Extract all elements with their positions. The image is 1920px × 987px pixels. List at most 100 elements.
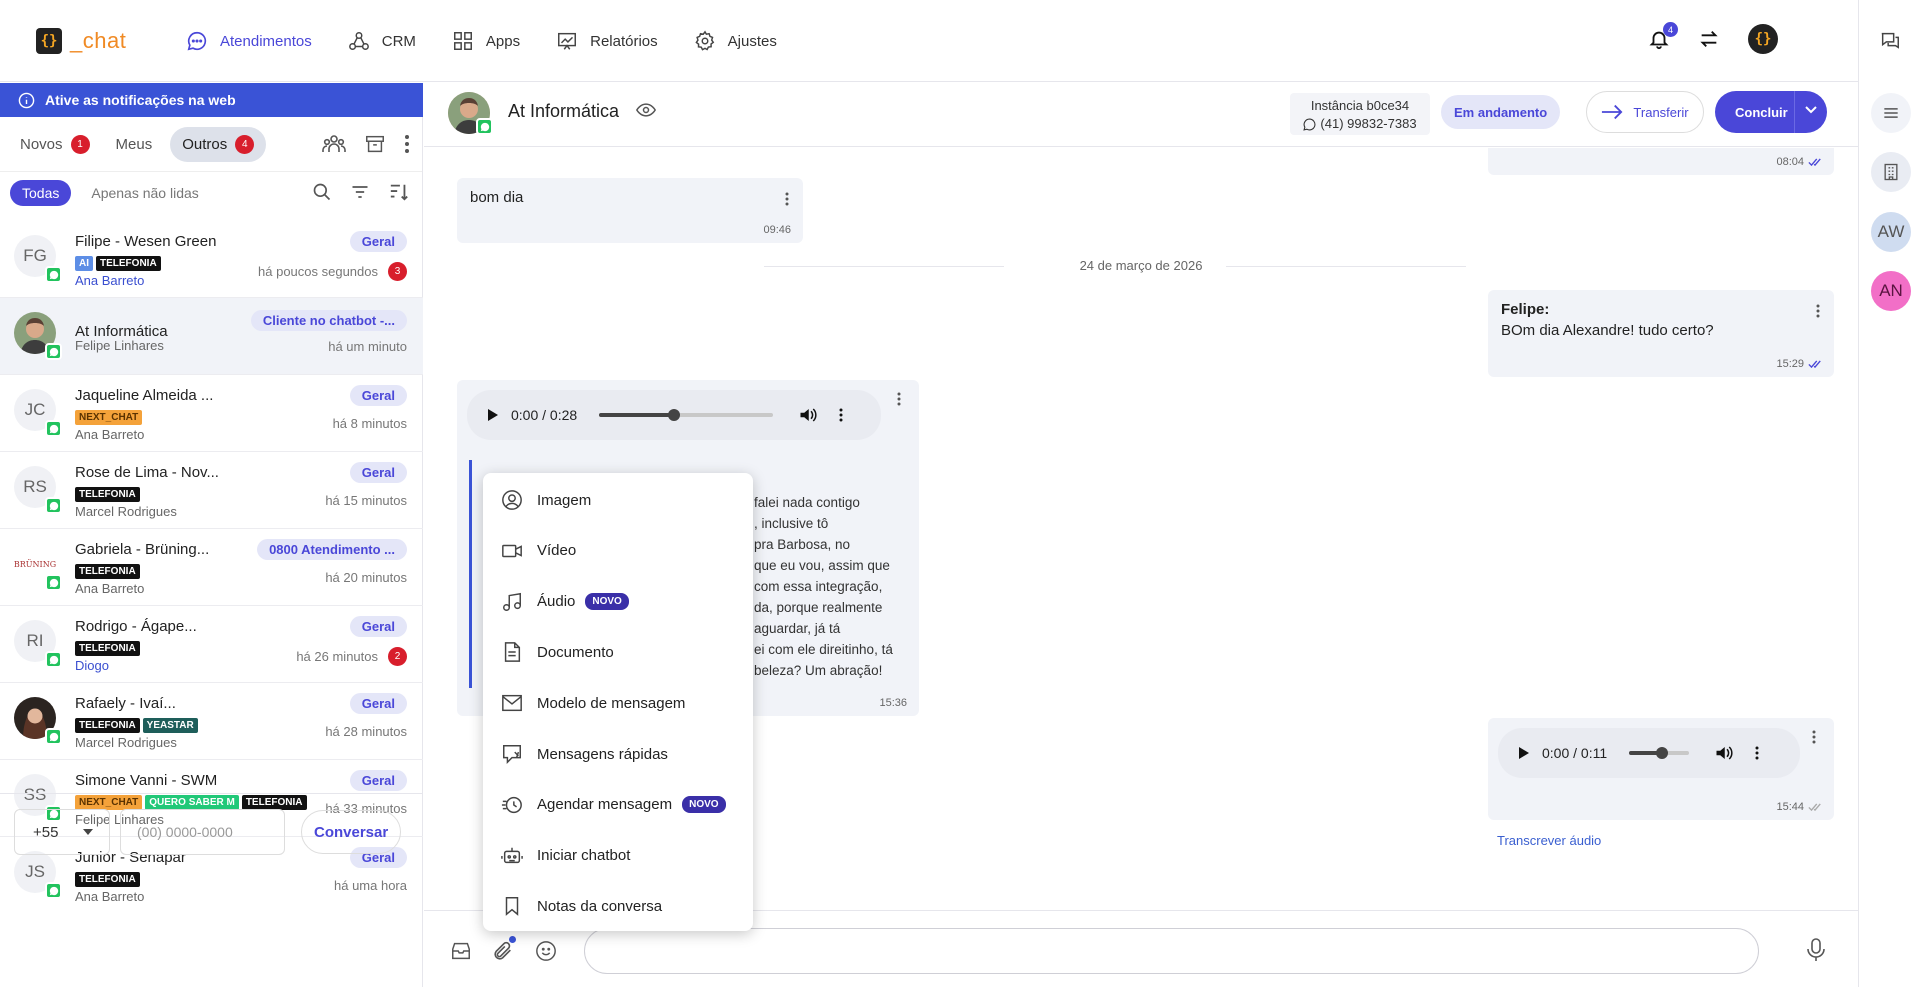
transcribe-audio-link[interactable]: Transcrever áudio (1497, 833, 1601, 848)
play-icon[interactable] (1518, 746, 1530, 760)
attach-menu-item[interactable]: Documento (483, 630, 753, 674)
double-check-icon (1808, 360, 1821, 368)
nav-ajustes[interactable]: Ajustes (694, 30, 777, 52)
swap-arrows-icon (1700, 31, 1718, 47)
conversation-tabs: Novos 1 Meus Outros 4 (0, 117, 422, 172)
contact-avatar: RI (14, 620, 62, 668)
filter-nao-lidas[interactable]: Apenas não lidas (79, 180, 210, 206)
volume-icon[interactable] (799, 407, 817, 423)
more-vertical-icon[interactable] (897, 392, 901, 406)
tab-meus[interactable]: Meus (108, 128, 161, 161)
attach-menu-item[interactable]: Imagem (483, 478, 753, 522)
app-logo[interactable]: {} _chat (36, 28, 126, 54)
audio-progress[interactable] (1629, 747, 1690, 759)
audio-progress-knob[interactable] (667, 409, 680, 421)
attach-menu-item[interactable]: Vídeo (483, 529, 753, 573)
play-icon[interactable] (487, 408, 499, 422)
attach-button[interactable] (492, 936, 516, 962)
video-camera-icon (502, 544, 522, 558)
volume-icon[interactable] (1715, 745, 1733, 761)
main-nav: Atendimentos CRM Apps Relatórios Ajustes (186, 0, 813, 82)
switch-button[interactable] (1698, 28, 1720, 50)
start-conversation-button[interactable]: Conversar (301, 810, 402, 854)
new-chat-bar: +55 (00) 0000-0000 Conversar (0, 793, 423, 870)
quote-line: aguardar, já tá (754, 621, 841, 636)
conversation-item[interactable]: Rafaely - Ivaí... TELEFONIA YEASTAR Marcel … (0, 683, 423, 760)
audio-time: 0:00 / 0:28 (511, 407, 578, 423)
more-vertical-icon[interactable] (404, 134, 410, 154)
whatsapp-icon (45, 651, 62, 668)
tab-outros[interactable]: Outros 4 (170, 126, 267, 162)
conversation-item[interactable]: JC Jaqueline Almeida ... NEXT_CHAT Ana Barr… (0, 375, 423, 452)
conversation-item[interactable]: FG Filipe - Wesen Green AI TELEFONIA Ana Bar… (0, 221, 423, 298)
attach-menu-item[interactable]: Agendar mensagem NOVO (483, 783, 753, 827)
contact-name: Rodrigo - Ágape... (75, 618, 197, 635)
attach-menu-item[interactable]: Mensagens rápidas (483, 732, 753, 776)
more-vertical-icon[interactable] (1755, 746, 1759, 760)
tag-list: TELEFONIA (75, 564, 140, 579)
conversation-time: há poucos segundos 3 (258, 262, 407, 281)
quote-line: , inclusive tô (754, 516, 829, 531)
search-icon[interactable] (312, 182, 332, 202)
microphone-icon[interactable] (1807, 938, 1825, 962)
notification-banner[interactable]: Ative as notificações na web (0, 83, 423, 117)
robot-icon (501, 847, 523, 863)
attach-menu-item[interactable]: Modelo de mensagem (483, 681, 753, 725)
filter-icon[interactable] (350, 182, 370, 202)
archive-icon[interactable] (364, 133, 386, 155)
nav-relatorios[interactable]: Relatórios (556, 30, 658, 52)
more-vertical-icon[interactable] (1812, 730, 1816, 744)
team-icon[interactable] (322, 133, 346, 155)
filter-todas[interactable]: Todas (10, 180, 72, 206)
rail-avatar-an[interactable]: AN (1871, 271, 1911, 311)
country-code: +55 (33, 823, 59, 841)
tab-novos[interactable]: Novos 1 (12, 127, 98, 162)
rail-chat-button[interactable] (1879, 30, 1901, 52)
arrow-right-icon (1602, 104, 1623, 120)
chat-stack-icon (1881, 32, 1899, 49)
attach-menu-item[interactable]: Iniciar chatbot (483, 834, 753, 878)
avatar-initials: RI (26, 631, 44, 650)
emoji-icon[interactable] (535, 940, 557, 962)
quote-line: com essa integração, (754, 579, 883, 594)
rail-menu-button[interactable] (1871, 93, 1911, 133)
audio-player[interactable]: 0:00 / 0:11 (1498, 728, 1800, 778)
conversation-item[interactable]: BRÜNING Gabriela - Brüning... TELEFONIA Ana… (0, 529, 423, 606)
conclude-button[interactable]: Concluir (1715, 91, 1827, 133)
phone-input[interactable]: (00) 0000-0000 (120, 809, 285, 855)
rail-company-button[interactable] (1871, 152, 1911, 192)
notifications-button[interactable]: 4 (1648, 22, 1678, 50)
attach-menu-item[interactable]: Notas da conversa (483, 884, 753, 928)
quote-line: da, porque realmente (754, 600, 883, 615)
rail-avatar-aw[interactable]: AW (1871, 212, 1911, 252)
audio-progress-knob[interactable] (1656, 747, 1669, 759)
eye-icon[interactable] (636, 102, 656, 118)
agent-name: Ana Barreto (75, 273, 145, 288)
more-vertical-icon[interactable] (785, 192, 789, 206)
user-avatar[interactable]: {} (1748, 24, 1778, 54)
conversation-item[interactable]: RS Rose de Lima - Nov... TELEFONIA Marcel R… (0, 452, 423, 529)
nav-crm[interactable]: CRM (348, 30, 416, 52)
more-vertical-icon[interactable] (1816, 304, 1820, 318)
whatsapp-icon (476, 118, 493, 135)
inbox-stack-icon[interactable] (450, 940, 472, 962)
attach-menu-item[interactable]: Áudio NOVO (483, 580, 753, 624)
message-bubble: 08:04 (1488, 148, 1834, 175)
country-code-select[interactable]: +55 (14, 809, 110, 855)
audio-time: 0:00 / 0:11 (1542, 745, 1608, 761)
audio-player[interactable]: 0:00 / 0:28 (467, 390, 881, 440)
transfer-button[interactable]: Transferir (1586, 91, 1704, 133)
message-input[interactable] (584, 928, 1759, 974)
more-vertical-icon[interactable] (839, 408, 843, 422)
contact-avatar: FG (14, 235, 62, 283)
conversation-item[interactable]: RI Rodrigo - Ágape... TELEFONIA Diogo Geral h… (0, 606, 423, 683)
chevron-down-icon[interactable] (1805, 106, 1817, 114)
quote-line: ei com ele direitinho, tá (754, 642, 893, 657)
nav-atendimentos[interactable]: Atendimentos (186, 30, 312, 52)
message-sender: Felipe: (1501, 301, 1550, 318)
conversation-item[interactable]: At Informática Felipe Linhares Cliente no … (0, 298, 423, 375)
sort-icon[interactable] (388, 182, 410, 202)
contact-name: Gabriela - Brüning... (75, 541, 210, 558)
nav-apps[interactable]: Apps (452, 30, 520, 52)
audio-progress[interactable] (599, 409, 774, 421)
